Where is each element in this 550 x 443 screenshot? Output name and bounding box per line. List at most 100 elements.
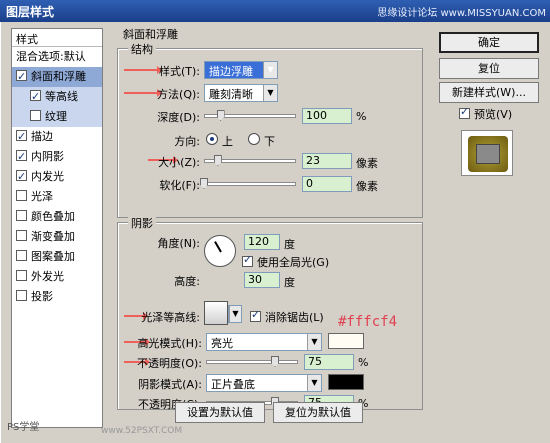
section-title: 斜面和浮雕: [123, 28, 178, 41]
style-item-checkbox[interactable]: [30, 110, 41, 121]
depth-slider-thumb[interactable]: [216, 110, 225, 121]
soften-input[interactable]: 0: [302, 176, 352, 192]
chevron-down-icon: ▼: [307, 334, 321, 350]
global-light-checkbox[interactable]: 使用全局光(G): [242, 253, 330, 270]
style-preview-thumbnail: [461, 130, 513, 176]
style-list-item[interactable]: 内发光: [12, 167, 102, 187]
style-list-item[interactable]: 光泽: [12, 187, 102, 207]
style-item-label: 内发光: [31, 170, 64, 183]
style-item-label: 纹理: [45, 110, 67, 123]
angle-input[interactable]: 120: [244, 234, 280, 250]
preview-label: 预览(V): [474, 108, 513, 121]
style-item-checkbox[interactable]: [16, 210, 27, 221]
preview-checkbox[interactable]: 预览(V): [459, 105, 513, 122]
style-item-label: 混合选项:默认: [16, 50, 86, 63]
chevron-down-icon: ▼: [229, 306, 241, 322]
style-list-item[interactable]: 颜色叠加: [12, 207, 102, 227]
gloss-contour-icon[interactable]: [204, 301, 228, 325]
chevron-down-icon: ▼: [263, 85, 277, 101]
ok-button[interactable]: 确定: [439, 32, 539, 53]
style-list-item[interactable]: 纹理: [12, 107, 102, 127]
layer-style-dialog: 样式 混合选项:默认斜面和浮雕等高线纹理描边内阴影内发光光泽颜色叠加渐变叠加图案…: [0, 22, 550, 443]
direction-down-label[interactable]: 下: [264, 133, 275, 149]
shading-group: 阴影 角度(N): 120 度 使用全局光(G) 高度: 30 度 光泽等高线:…: [117, 215, 423, 411]
size-slider-thumb[interactable]: [213, 155, 222, 166]
style-item-label: 颜色叠加: [31, 210, 75, 223]
style-item-label: 描边: [31, 130, 53, 143]
style-item-checkbox[interactable]: [16, 147, 27, 167]
annotation-hex-text: #fffcf4: [338, 314, 398, 330]
style-list-item[interactable]: 渐变叠加: [12, 227, 102, 247]
size-input[interactable]: 23: [302, 153, 352, 169]
shading-legend: 阴影: [128, 215, 156, 231]
shadow-color-swatch[interactable]: [328, 374, 364, 390]
antialias-checkbox[interactable]: 消除锯齿(L): [250, 308, 324, 325]
style-item-label: 斜面和浮雕: [31, 70, 86, 83]
highlight-mode-value: 亮光: [211, 337, 233, 350]
make-default-button[interactable]: 设置为默认值: [175, 402, 265, 423]
style-list-item[interactable]: 描边: [12, 127, 102, 147]
style-list-item[interactable]: 投影: [12, 287, 102, 307]
size-slider[interactable]: [204, 154, 296, 168]
new-style-button[interactable]: 新建样式(W)...: [439, 82, 539, 103]
style-list-item[interactable]: 混合选项:默认: [12, 47, 102, 67]
soften-slider-thumb[interactable]: [200, 178, 208, 189]
style-item-checkbox[interactable]: [30, 87, 41, 107]
highlight-mode-label: 高光模式(H):: [137, 337, 202, 350]
technique-dropdown[interactable]: 雕刻清晰 ▼: [204, 84, 278, 102]
style-item-checkbox[interactable]: [16, 190, 27, 201]
shadow-mode-label: 阴影模式(A):: [138, 378, 202, 391]
altitude-input[interactable]: 30: [244, 272, 280, 288]
highlight-opacity-unit: %: [358, 356, 369, 369]
style-item-checkbox[interactable]: [16, 230, 27, 241]
highlight-color-swatch[interactable]: [328, 333, 364, 349]
style-list-item[interactable]: 外发光: [12, 267, 102, 287]
style-list-item[interactable]: 内阴影: [12, 147, 102, 167]
highlight-opacity-thumb[interactable]: [271, 356, 279, 367]
style-item-label: 内阴影: [31, 150, 64, 163]
direction-up-radio[interactable]: [206, 133, 218, 145]
style-item-label: 图案叠加: [31, 250, 75, 263]
size-label: 大小(Z):: [158, 156, 200, 169]
chevron-down-icon: ▼: [307, 375, 321, 391]
soften-label: 软化(F):: [159, 179, 200, 192]
altitude-unit: 度: [284, 276, 295, 289]
highlight-opacity-input[interactable]: 75: [304, 354, 354, 370]
style-list-item[interactable]: 等高线: [12, 87, 102, 107]
style-item-label: 光泽: [31, 190, 53, 203]
angle-dial[interactable]: [204, 235, 236, 267]
angle-unit: 度: [284, 238, 295, 251]
highlight-mode-dropdown[interactable]: 亮光 ▼: [206, 333, 322, 351]
soften-slider[interactable]: [200, 177, 296, 191]
direction-up-label[interactable]: 上: [222, 133, 233, 149]
gloss-contour-label: 光泽等高线:: [141, 311, 200, 324]
watermark-text: 思缘设计论坛 www.MISSYUAN.COM: [377, 8, 546, 19]
global-light-label: 使用全局光(G): [257, 256, 330, 269]
gloss-contour-dropdown[interactable]: ▼: [228, 305, 242, 323]
footer-watermark: PS学堂: [7, 422, 40, 433]
antialias-label: 消除锯齿(L): [265, 311, 324, 324]
style-item-checkbox[interactable]: [16, 250, 27, 261]
technique-label: 方法(Q):: [157, 88, 200, 101]
depth-slider[interactable]: [204, 109, 296, 123]
style-item-checkbox[interactable]: [16, 290, 27, 301]
reset-button[interactable]: 复位: [439, 58, 539, 79]
angle-label: 角度(N):: [157, 237, 200, 250]
shadow-mode-dropdown[interactable]: 正片叠底 ▼: [206, 374, 322, 392]
highlight-opacity-slider[interactable]: [206, 355, 298, 369]
direction-down-radio[interactable]: [248, 133, 260, 145]
style-item-checkbox[interactable]: [16, 270, 27, 281]
depth-input[interactable]: 100: [302, 108, 352, 124]
style-dropdown[interactable]: 描边浮雕 ▼: [204, 61, 278, 79]
style-item-checkbox[interactable]: [16, 127, 27, 147]
style-list-header: 样式: [12, 29, 102, 47]
style-item-label: 等高线: [45, 90, 78, 103]
highlight-opacity-label: 不透明度(O):: [137, 357, 202, 370]
style-dropdown-value: 描边浮雕: [209, 65, 253, 78]
style-item-checkbox[interactable]: [16, 167, 27, 187]
reset-default-button[interactable]: 复位为默认值: [273, 402, 363, 423]
style-list-item[interactable]: 图案叠加: [12, 247, 102, 267]
style-list-item[interactable]: 斜面和浮雕: [12, 67, 102, 87]
style-item-checkbox[interactable]: [16, 67, 27, 87]
style-list: 样式 混合选项:默认斜面和浮雕等高线纹理描边内阴影内发光光泽颜色叠加渐变叠加图案…: [11, 28, 103, 428]
